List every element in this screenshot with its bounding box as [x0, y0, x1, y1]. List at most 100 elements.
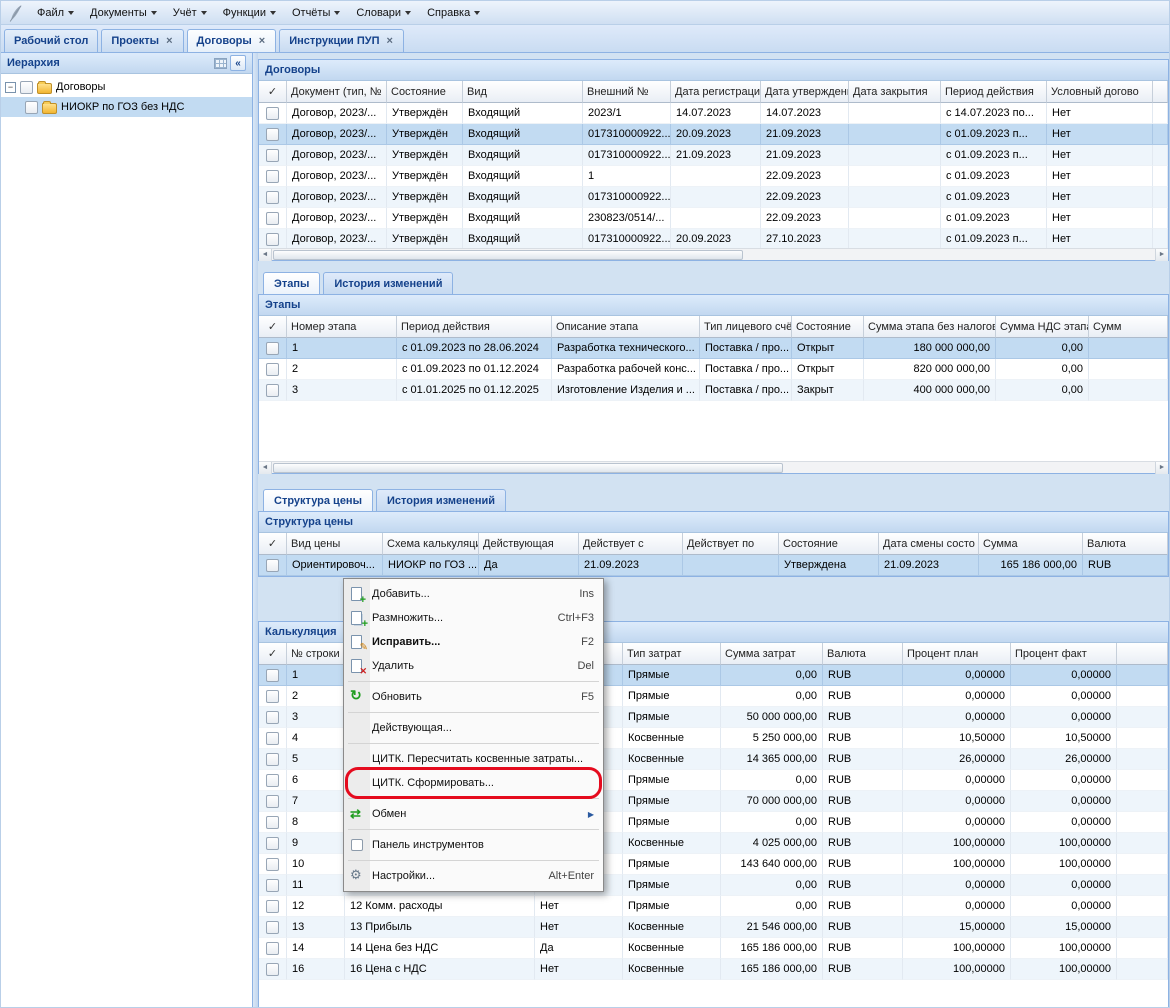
checkbox-icon[interactable]	[266, 795, 279, 808]
table-row[interactable]: Договор, 2023/...УтверждёнВходящий122.09…	[259, 166, 1168, 187]
tab-1[interactable]: Рабочий стол	[4, 29, 98, 52]
row-select-cell[interactable]	[259, 833, 287, 854]
menubar-item-2[interactable]: Документы	[82, 4, 165, 22]
table-row[interactable]: Договор, 2023/...УтверждёнВходящий2023/1…	[259, 103, 1168, 124]
table-row[interactable]: Договор, 2023/...УтверждёнВходящий017310…	[259, 187, 1168, 208]
collapse-panel-button[interactable]: «	[230, 55, 246, 71]
column-header[interactable]: Схема калькуляци	[383, 533, 479, 555]
row-select-cell[interactable]	[259, 380, 287, 401]
checkbox-icon[interactable]	[266, 233, 279, 246]
checkbox-icon[interactable]	[266, 191, 279, 204]
column-header[interactable]: Тип затрат	[623, 643, 721, 665]
scroll-left-button[interactable]: ◄	[259, 249, 272, 261]
column-header[interactable]: Состояние	[779, 533, 879, 555]
column-header[interactable]	[1153, 81, 1168, 103]
tree-expand-icon[interactable]: −	[5, 82, 16, 93]
column-header[interactable]: Действует по	[683, 533, 779, 555]
scroll-right-button[interactable]: ►	[1155, 462, 1168, 474]
scroll-right-button[interactable]: ►	[1155, 249, 1168, 261]
row-select-cell[interactable]	[259, 103, 287, 124]
checkbox-icon[interactable]	[266, 816, 279, 829]
row-select-cell[interactable]	[259, 938, 287, 959]
checkbox-icon[interactable]	[266, 900, 279, 913]
checkbox-icon[interactable]	[266, 363, 279, 376]
select-all-checkbox[interactable]: ✓	[259, 316, 287, 338]
row-select-cell[interactable]	[259, 229, 287, 248]
context-menu-item[interactable]: Обмен▶	[346, 802, 601, 826]
column-header[interactable]: Сумма	[979, 533, 1083, 555]
table-row[interactable]: Договор, 2023/...УтверждёнВходящий017310…	[259, 145, 1168, 166]
column-header[interactable]: Действующая	[479, 533, 579, 555]
checkbox-icon[interactable]	[266, 879, 279, 892]
checkbox-icon[interactable]	[266, 837, 279, 850]
column-header[interactable]: Период действия	[397, 316, 552, 338]
stages-horizontal-scrollbar[interactable]: ◄ ►	[259, 461, 1168, 473]
column-header[interactable]: Дата закрытия	[849, 81, 941, 103]
tab-4[interactable]: Инструкции ПУП×	[279, 29, 404, 52]
stage-tabs-tab-1[interactable]: Этапы	[263, 272, 320, 294]
select-all-checkbox[interactable]: ✓	[259, 81, 287, 103]
row-select-cell[interactable]	[259, 187, 287, 208]
tab-2[interactable]: Проекты×	[101, 29, 183, 52]
row-select-cell[interactable]	[259, 555, 287, 576]
row-select-cell[interactable]	[259, 359, 287, 380]
table-row[interactable]: Ориентировоч...НИОКР по ГОЗ ...Да21.09.2…	[259, 555, 1168, 576]
row-select-cell[interactable]	[259, 917, 287, 938]
row-select-cell[interactable]	[259, 665, 287, 686]
column-header[interactable]: Состояние	[792, 316, 864, 338]
column-header[interactable]: Номер этапа	[287, 316, 397, 338]
checkbox-icon[interactable]	[266, 149, 279, 162]
row-select-cell[interactable]	[259, 875, 287, 896]
checkbox-icon[interactable]	[266, 107, 279, 120]
close-icon[interactable]: ×	[165, 36, 173, 47]
column-header[interactable]: Дата регистрации	[671, 81, 761, 103]
tree-node-label[interactable]: НИОКР по ГОЗ без НДС	[61, 101, 184, 113]
table-row[interactable]: Договор, 2023/...УтверждёнВходящий017310…	[259, 124, 1168, 145]
row-select-cell[interactable]	[259, 770, 287, 791]
context-menu-item[interactable]: Добавить...Ins	[346, 582, 601, 606]
column-header[interactable]: Условный догово	[1047, 81, 1153, 103]
row-select-cell[interactable]	[259, 959, 287, 980]
close-icon[interactable]: ×	[386, 36, 394, 47]
menubar-item-5[interactable]: Отчёты	[284, 4, 348, 22]
price-tabs-tab-1[interactable]: Структура цены	[263, 489, 373, 511]
scrollbar-thumb[interactable]	[273, 463, 783, 473]
row-select-cell[interactable]	[259, 749, 287, 770]
table-row[interactable]: 1616 Цена с НДСНетКосвенные165 186 000,0…	[259, 959, 1168, 980]
checkbox-icon[interactable]	[266, 858, 279, 871]
table-row[interactable]: Договор, 2023/...УтверждёнВходящий230823…	[259, 208, 1168, 229]
checkbox-icon[interactable]	[266, 774, 279, 787]
table-row[interactable]: 1414 Цена без НДСДаКосвенные165 186 000,…	[259, 938, 1168, 959]
row-select-cell[interactable]	[259, 338, 287, 359]
table-row[interactable]: 3с 01.01.2025 по 01.12.2025Изготовление …	[259, 380, 1168, 401]
contracts-horizontal-scrollbar[interactable]: ◄ ►	[259, 248, 1168, 260]
checkbox-icon[interactable]	[20, 81, 33, 94]
row-select-cell[interactable]	[259, 208, 287, 229]
table-row[interactable]: 1212 Комм. расходыНетПрямые0,00RUB0,0000…	[259, 896, 1168, 917]
column-header[interactable]: Валюта	[1083, 533, 1168, 555]
context-menu-item[interactable]: УдалитьDel	[346, 654, 601, 678]
tree-node-label[interactable]: Договоры	[56, 81, 105, 93]
column-header[interactable]: Сумма НДС этапа	[996, 316, 1089, 338]
table-row[interactable]: 1с 01.09.2023 по 28.06.2024Разработка те…	[259, 338, 1168, 359]
column-header[interactable]: Вид цены	[287, 533, 383, 555]
column-header[interactable]: Дата смены состо	[879, 533, 979, 555]
column-header[interactable]: Процент план	[903, 643, 1011, 665]
column-header[interactable]: Дата утверждения	[761, 81, 849, 103]
row-select-cell[interactable]	[259, 707, 287, 728]
row-select-cell[interactable]	[259, 854, 287, 875]
row-select-cell[interactable]	[259, 812, 287, 833]
menubar-item-7[interactable]: Справка	[419, 4, 488, 22]
column-header[interactable]: Тип лицевого счёт	[700, 316, 792, 338]
column-header[interactable]: Период действия	[941, 81, 1047, 103]
column-header[interactable]: № строки	[287, 643, 345, 665]
column-header[interactable]: Валюта	[823, 643, 903, 665]
context-menu-item[interactable]: Действующая...	[346, 716, 601, 740]
column-header[interactable]: Сумма этапа без налогов	[864, 316, 996, 338]
context-menu-item[interactable]: Панель инструментов	[346, 833, 601, 857]
checkbox-icon[interactable]	[25, 101, 38, 114]
table-row[interactable]: 2с 01.09.2023 по 01.12.2024Разработка ра…	[259, 359, 1168, 380]
checkbox-icon[interactable]	[266, 342, 279, 355]
column-header[interactable]	[1117, 643, 1168, 665]
checkbox-icon[interactable]	[266, 963, 279, 976]
